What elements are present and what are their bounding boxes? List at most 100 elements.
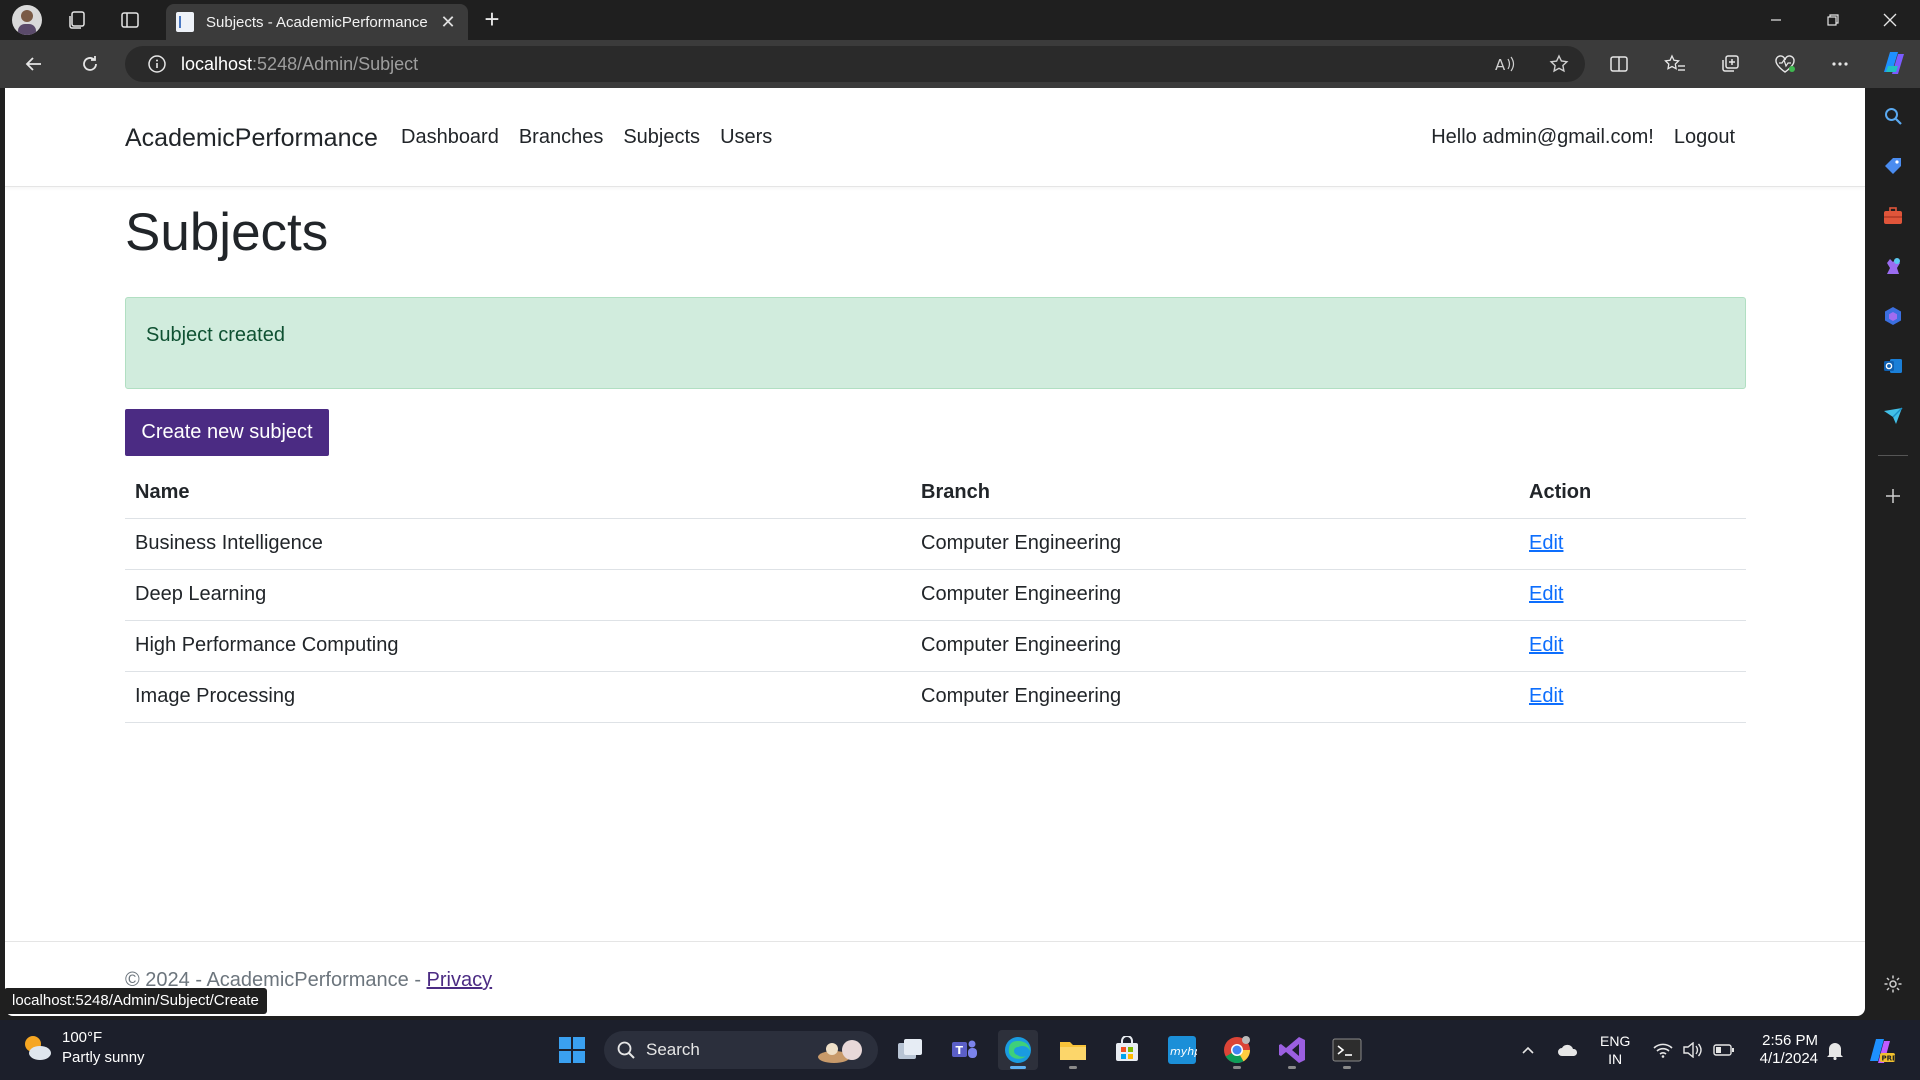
refresh-button[interactable] xyxy=(76,50,104,78)
close-window-button[interactable] xyxy=(1862,0,1918,40)
taskbar-search[interactable]: Search xyxy=(604,1031,878,1069)
start-button[interactable] xyxy=(552,1030,592,1070)
table-row: High Performance Computing Computer Engi… xyxy=(125,620,1746,672)
favorites-icon[interactable] xyxy=(1661,50,1689,78)
search-highlight-icon xyxy=(818,1040,862,1063)
sidebar-settings-icon[interactable] xyxy=(1879,970,1907,998)
weather-desc: Partly sunny xyxy=(62,1049,145,1066)
split-screen-icon[interactable] xyxy=(1605,50,1633,78)
back-button[interactable] xyxy=(20,50,48,78)
subject-branch: Computer Engineering xyxy=(911,620,1519,672)
user-greeting-link[interactable]: Hello admin@gmail.com! xyxy=(1431,126,1654,149)
wifi-icon[interactable] xyxy=(1652,1020,1674,1080)
myhp-icon[interactable]: myhp xyxy=(1162,1030,1202,1070)
tab-subjects[interactable]: Subjects - AcademicPerformance ✕ xyxy=(166,4,468,40)
region-code: IN xyxy=(1608,1051,1623,1067)
partly-sunny-icon xyxy=(25,1036,51,1060)
weather-widget[interactable]: 100°F Partly sunny xyxy=(20,1028,145,1068)
logout-link[interactable]: Logout xyxy=(1674,126,1735,149)
header-name: Name xyxy=(125,468,911,519)
volume-icon[interactable] xyxy=(1681,1020,1703,1080)
browser-titlebar: Subjects - AcademicPerformance ✕ + xyxy=(0,0,1920,40)
edit-link[interactable]: Edit xyxy=(1529,634,1563,656)
windows-taskbar: 100°F Partly sunny Search T myhp xyxy=(0,1020,1920,1080)
onedrive-cloud-icon[interactable] xyxy=(1556,1020,1580,1080)
tab-close-icon[interactable]: ✕ xyxy=(438,12,458,33)
edge-sidebar xyxy=(1866,88,1920,1016)
edge-taskbar-icon[interactable] xyxy=(998,1030,1038,1070)
user-nav: Hello admin@gmail.com! Logout xyxy=(1431,126,1735,149)
search-label: Search xyxy=(646,1040,700,1059)
subject-name: High Performance Computing xyxy=(125,620,911,672)
header-branch: Branch xyxy=(911,468,1519,519)
edit-cell: Edit xyxy=(1519,518,1746,570)
create-subject-button[interactable]: Create new subject xyxy=(125,409,329,456)
microsoft-store-icon[interactable] xyxy=(1107,1030,1147,1070)
search-icon xyxy=(617,1041,635,1059)
tools-briefcase-icon[interactable] xyxy=(1879,202,1907,230)
subject-name: Business Intelligence xyxy=(125,518,911,570)
main-nav: Dashboard Branches Subjects Users xyxy=(401,126,772,149)
workspaces-icon[interactable] xyxy=(63,6,91,34)
favorite-star-icon[interactable] xyxy=(1545,50,1573,78)
edit-link[interactable]: Edit xyxy=(1529,532,1563,554)
subject-branch: Computer Engineering xyxy=(911,518,1519,570)
vertical-tabs-icon[interactable] xyxy=(116,6,144,34)
brand-link[interactable]: AcademicPerformance xyxy=(125,124,378,153)
browser-toolbar: localhost:5248/Admin/Subject A xyxy=(0,40,1920,88)
outlook-icon[interactable] xyxy=(1879,352,1907,380)
minimize-button[interactable] xyxy=(1748,0,1804,40)
terminal-icon[interactable] xyxy=(1327,1030,1367,1070)
add-sidebar-app-icon[interactable] xyxy=(1879,482,1907,510)
privacy-link[interactable]: Privacy xyxy=(427,969,493,991)
new-tab-button[interactable]: + xyxy=(478,6,506,34)
browser-essentials-icon[interactable] xyxy=(1771,50,1799,78)
nav-subjects[interactable]: Subjects xyxy=(623,126,700,149)
table-row: Deep Learning Computer Engineering Edit xyxy=(125,569,1746,621)
read-aloud-icon[interactable]: A xyxy=(1491,50,1519,78)
running-indicator xyxy=(1069,1066,1077,1069)
weather-temp: 100°F xyxy=(62,1029,103,1046)
battery-icon[interactable] xyxy=(1712,1020,1736,1080)
teams-icon[interactable]: T xyxy=(944,1030,984,1070)
input-language[interactable]: ENG IN xyxy=(1600,1032,1630,1068)
sidebar-divider xyxy=(1878,455,1908,456)
url-text: localhost:5248/Admin/Subject xyxy=(181,53,419,74)
show-hidden-icons-chevron-up-icon[interactable] xyxy=(1518,1020,1538,1080)
visual-studio-icon[interactable] xyxy=(1272,1030,1312,1070)
system-clock[interactable]: 2:56 PM 4/1/2024 xyxy=(1752,1032,1818,1068)
nav-branches[interactable]: Branches xyxy=(519,126,604,149)
site-info-icon[interactable] xyxy=(145,52,169,76)
copilot-icon[interactable] xyxy=(1878,48,1908,78)
file-explorer-icon[interactable] xyxy=(1053,1030,1093,1070)
shopping-tag-icon[interactable] xyxy=(1879,152,1907,180)
notification-bell-icon[interactable] xyxy=(1824,1020,1846,1080)
collections-icon[interactable] xyxy=(1716,50,1744,78)
task-view-icon[interactable] xyxy=(890,1030,930,1070)
profile-avatar[interactable] xyxy=(12,5,42,35)
edit-link[interactable]: Edit xyxy=(1529,685,1563,707)
clock-date: 4/1/2024 xyxy=(1759,1050,1818,1067)
more-menu-icon[interactable] xyxy=(1826,50,1854,78)
drop-send-icon[interactable] xyxy=(1879,402,1907,430)
page-icon xyxy=(176,12,194,32)
microsoft-365-icon[interactable] xyxy=(1879,302,1907,330)
copilot-preview-icon[interactable]: PRE xyxy=(1862,1020,1898,1080)
nav-users[interactable]: Users xyxy=(720,126,772,149)
running-indicator xyxy=(1288,1066,1296,1069)
chrome-icon[interactable] xyxy=(1217,1030,1257,1070)
running-indicator xyxy=(1233,1066,1241,1069)
games-icon[interactable] xyxy=(1879,252,1907,280)
restore-button[interactable] xyxy=(1805,0,1861,40)
clock-time: 2:56 PM xyxy=(1762,1032,1818,1049)
edit-cell: Edit xyxy=(1519,671,1746,723)
edit-cell: Edit xyxy=(1519,569,1746,621)
address-bar[interactable]: localhost:5248/Admin/Subject A xyxy=(125,46,1585,82)
language-code: ENG xyxy=(1600,1033,1631,1049)
table-row: Image Processing Computer Engineering Ed… xyxy=(125,671,1746,723)
status-bar-url: localhost:5248/Admin/Subject/Create xyxy=(4,988,267,1014)
nav-dashboard[interactable]: Dashboard xyxy=(401,126,499,149)
edit-link[interactable]: Edit xyxy=(1529,583,1563,605)
search-icon[interactable] xyxy=(1879,102,1907,130)
table-row: Business Intelligence Computer Engineeri… xyxy=(125,518,1746,570)
